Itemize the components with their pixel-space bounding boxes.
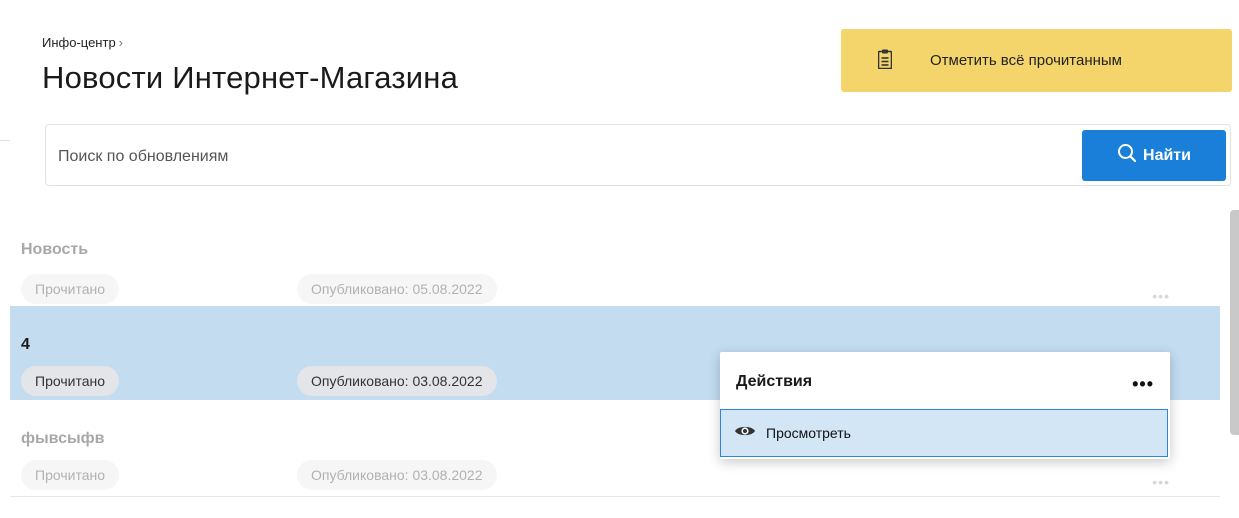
news-title: 4 xyxy=(21,336,30,353)
news-title: Новость xyxy=(21,241,89,258)
more-options-icon[interactable]: ••• xyxy=(1132,374,1154,395)
actions-menu: Действия ••• Просмотреть xyxy=(720,352,1170,459)
clipboard-icon xyxy=(877,49,893,74)
mark-all-read-label: Отметить всё прочитанным xyxy=(930,52,1122,69)
published-date-badge: Опубликовано: 03.08.2022 xyxy=(297,460,497,490)
status-badge: Прочитано xyxy=(21,274,119,304)
search-icon xyxy=(1117,143,1143,168)
status-badge: Прочитано xyxy=(21,366,119,396)
search-button[interactable]: Найти xyxy=(1082,130,1226,181)
search-bar: Найти xyxy=(45,124,1231,186)
divider xyxy=(10,496,1220,497)
breadcrumb-separator: › xyxy=(118,35,124,50)
actions-menu-title: Действия xyxy=(736,373,813,390)
news-title: фывсыфв xyxy=(21,430,105,447)
search-input[interactable] xyxy=(56,143,1060,171)
more-options-icon[interactable]: ••• xyxy=(1152,288,1170,304)
search-button-label: Найти xyxy=(1143,146,1191,164)
page-title: Новости Интернет-Магазина xyxy=(42,60,459,95)
eye-icon xyxy=(734,424,756,443)
published-date-badge: Опубликовано: 05.08.2022 xyxy=(297,274,497,304)
view-action-label: Просмотреть xyxy=(766,425,851,441)
published-date-badge: Опубликовано: 03.08.2022 xyxy=(297,366,497,396)
news-item[interactable]: Новость Прочитано Опубликовано: 05.08.20… xyxy=(10,222,1220,316)
view-action-item[interactable]: Просмотреть xyxy=(720,409,1168,457)
breadcrumb-link[interactable]: Инфо-центр xyxy=(42,35,116,50)
status-badge: Прочитано xyxy=(21,460,119,490)
breadcrumb: Инфо-центр › xyxy=(42,35,123,50)
scrollbar[interactable] xyxy=(1230,210,1239,435)
more-options-icon[interactable]: ••• xyxy=(1152,474,1170,490)
divider xyxy=(0,140,10,141)
mark-all-read-button[interactable]: Отметить всё прочитанным xyxy=(841,29,1232,92)
